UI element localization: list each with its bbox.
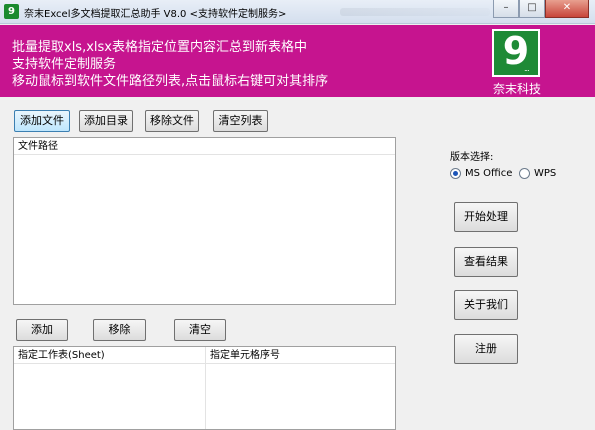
- maximize-button[interactable]: □: [519, 0, 545, 18]
- view-result-button[interactable]: 查看结果: [454, 247, 518, 277]
- window-controls: – □ ✕: [493, 0, 589, 19]
- minimize-button[interactable]: –: [493, 0, 519, 18]
- register-button[interactable]: 注册: [454, 334, 518, 364]
- app-icon: 9: [4, 4, 19, 19]
- file-path-list[interactable]: 文件路径: [13, 137, 396, 305]
- company-name: 奈末科技: [492, 82, 541, 96]
- about-us-button[interactable]: 关于我们: [454, 290, 518, 320]
- radio-label-wps: WPS: [534, 168, 557, 179]
- title-bar: 9 奈末Excel多文档提取汇总助手 V8.0 <支持软件定制服务> – □ ✕: [0, 0, 595, 24]
- radio-ms-office[interactable]: MS Office: [450, 168, 512, 179]
- column-header-sheet[interactable]: 指定工作表(Sheet): [14, 347, 205, 364]
- column-divider: [205, 347, 206, 429]
- radio-unselected-icon: [519, 168, 530, 179]
- start-processing-button[interactable]: 开始处理: [454, 202, 518, 232]
- remove-cell-button[interactable]: 移除: [93, 319, 146, 341]
- clear-list-button[interactable]: 清空列表: [213, 110, 268, 132]
- column-header-file-path[interactable]: 文件路径: [14, 138, 395, 155]
- banner-line-3: 移动鼠标到软件文件路径列表,点击鼠标右键可对其排序: [12, 74, 329, 89]
- window-title: 奈末Excel多文档提取汇总助手 V8.0 <支持软件定制服务>: [24, 9, 287, 20]
- clear-cells-button[interactable]: 清空: [174, 319, 226, 341]
- radio-selected-icon: [450, 168, 461, 179]
- remove-file-button[interactable]: 移除文件: [145, 110, 199, 132]
- add-file-button[interactable]: 添加文件: [14, 110, 70, 132]
- logo-dots: ...: [524, 64, 530, 73]
- radio-label-ms-office: MS Office: [465, 168, 513, 179]
- add-folder-button[interactable]: 添加目录: [79, 110, 133, 132]
- close-button[interactable]: ✕: [545, 0, 589, 18]
- company-logo: 9 ...: [492, 29, 540, 77]
- logo-glyph: 9: [502, 29, 530, 73]
- column-header-cell-index[interactable]: 指定单元格序号: [206, 347, 395, 364]
- add-cell-button[interactable]: 添加: [16, 319, 68, 341]
- cell-spec-list[interactable]: 指定工作表(Sheet) 指定单元格序号: [13, 346, 396, 430]
- version-label: 版本选择:: [450, 152, 494, 163]
- radio-wps[interactable]: WPS: [519, 168, 556, 179]
- title-bar-background: [340, 8, 490, 16]
- header-banner: 批量提取xls,xlsx表格指定位置内容汇总到新表格中 支持软件定制服务 移动鼠…: [0, 25, 595, 97]
